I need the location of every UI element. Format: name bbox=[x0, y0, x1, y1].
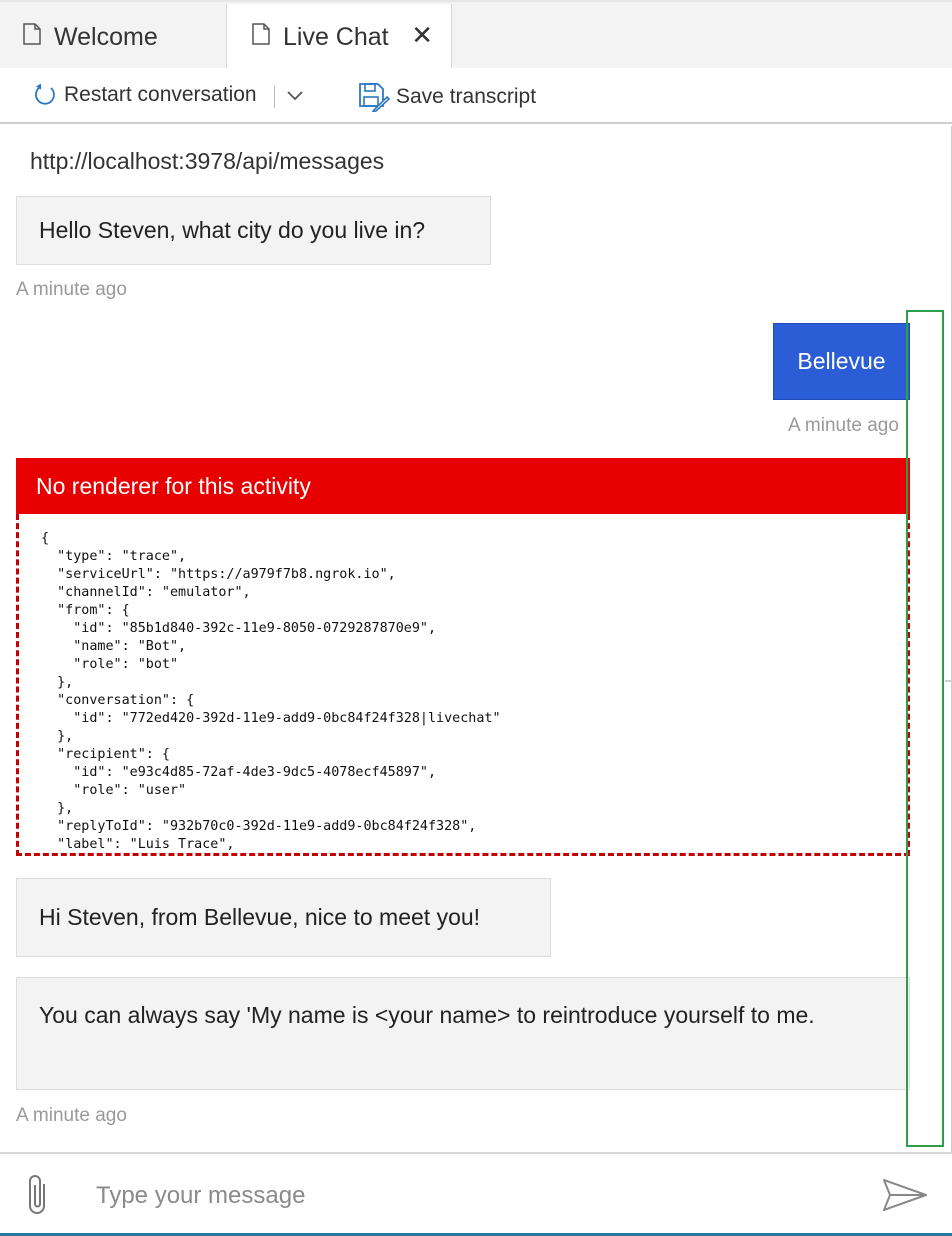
message-text: Hi Steven, from Bellevue, nice to meet y… bbox=[39, 904, 481, 930]
toolbar: Restart conversation Save transcript bbox=[0, 68, 952, 124]
send-icon[interactable] bbox=[882, 1178, 928, 1217]
tab-label: Live Chat bbox=[283, 22, 389, 51]
message-text: You can always say 'My name is <your nam… bbox=[39, 1002, 815, 1028]
scrollbar-thumb[interactable] bbox=[945, 680, 952, 682]
save-icon bbox=[359, 83, 390, 112]
message-text: Hello Steven, what city do you live in? bbox=[39, 217, 426, 243]
message-timestamp: A minute ago bbox=[16, 279, 127, 300]
error-title: No renderer for this activity bbox=[36, 472, 311, 499]
restart-icon bbox=[35, 83, 55, 105]
paperclip-icon[interactable] bbox=[22, 1172, 54, 1223]
message-text: Bellevue bbox=[797, 348, 886, 374]
chevron-down-icon[interactable] bbox=[285, 86, 305, 111]
activity-json: { "type": "trace", "serviceUrl": "https:… bbox=[41, 531, 501, 852]
bot-message: Hello Steven, what city do you live in? bbox=[16, 196, 491, 265]
tab-welcome[interactable]: Welcome bbox=[0, 4, 225, 70]
tab-live-chat[interactable]: Live Chat ✕ bbox=[226, 4, 452, 70]
restart-conversation-button[interactable]: Restart conversation bbox=[32, 82, 257, 108]
user-message: Bellevue bbox=[773, 323, 910, 400]
no-renderer-header: No renderer for this activity bbox=[16, 458, 910, 514]
restart-label: Restart conversation bbox=[64, 83, 257, 106]
tab-strip: Welcome Live Chat ✕ bbox=[0, 0, 952, 70]
chat-transcript[interactable]: http://localhost:3978/api/messages Hello… bbox=[0, 126, 952, 1152]
document-icon bbox=[22, 22, 42, 52]
bot-message: Hi Steven, from Bellevue, nice to meet y… bbox=[16, 878, 551, 957]
bot-message: You can always say 'My name is <your nam… bbox=[16, 977, 910, 1090]
document-icon bbox=[251, 22, 271, 52]
tab-label: Welcome bbox=[54, 22, 158, 51]
message-input[interactable] bbox=[96, 1176, 856, 1216]
activity-json-panel[interactable]: { "type": "trace", "serviceUrl": "https:… bbox=[16, 514, 910, 856]
message-timestamp: A minute ago bbox=[788, 415, 899, 436]
message-timestamp: A minute ago bbox=[16, 1105, 127, 1126]
toolbar-divider bbox=[274, 86, 275, 108]
save-label: Save transcript bbox=[396, 85, 537, 108]
save-transcript-button[interactable]: Save transcript bbox=[358, 82, 536, 112]
message-input-bar bbox=[0, 1152, 952, 1236]
endpoint-url: http://localhost:3978/api/messages bbox=[30, 148, 385, 174]
close-icon[interactable]: ✕ bbox=[411, 22, 433, 48]
